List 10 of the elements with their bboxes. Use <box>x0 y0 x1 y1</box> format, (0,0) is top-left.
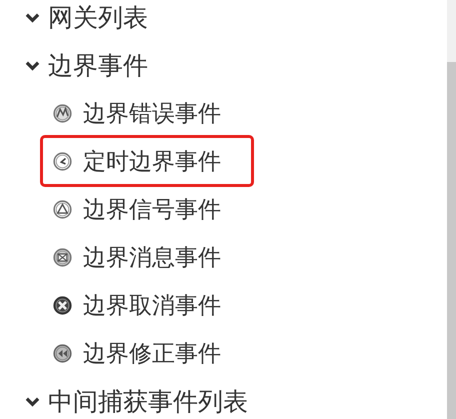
tree-item[interactable]: 定时边界事件 <box>40 135 254 187</box>
error-event-icon <box>53 104 72 122</box>
triangle-event-icon <box>53 200 72 218</box>
cancel-event-icon <box>53 296 72 314</box>
group-label[interactable]: 网关列表 <box>48 0 148 34</box>
rewind-event-icon <box>53 344 72 362</box>
group-label[interactable]: 边界事件 <box>48 48 148 82</box>
envelope-event-icon <box>53 248 72 266</box>
timer-event-icon <box>53 152 72 170</box>
group-label[interactable]: 中间捕获事件列表 <box>48 384 248 418</box>
